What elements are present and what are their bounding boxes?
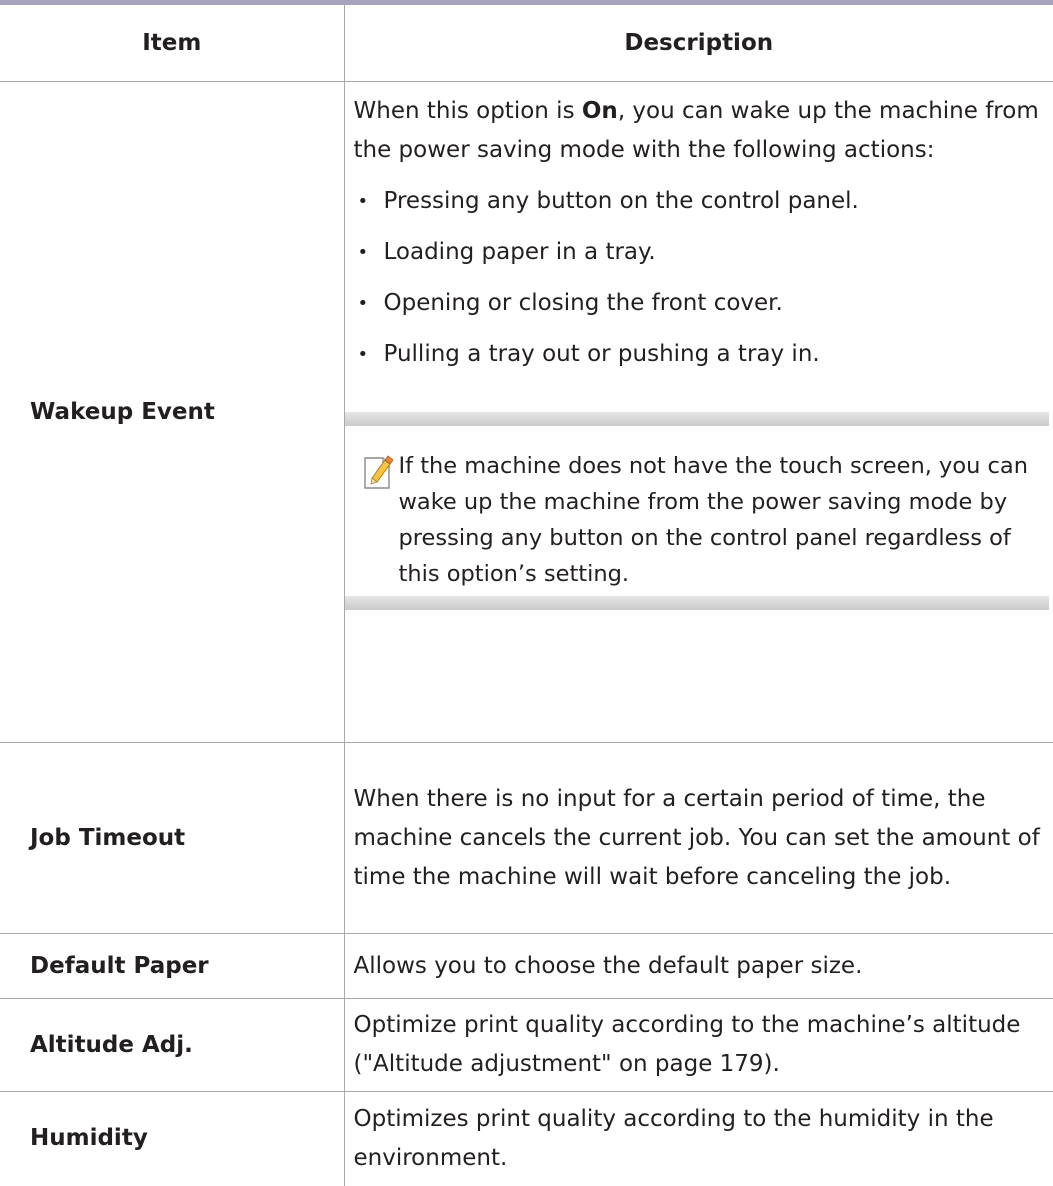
item-humidity: Humidity bbox=[30, 1125, 148, 1152]
item-wakeup-event: Wakeup Event bbox=[0, 81, 344, 743]
desc-job-timeout: When there is no input for a certain per… bbox=[343, 742, 1053, 934]
table-row: Humidity Optimizes print quality accordi… bbox=[0, 1091, 1053, 1186]
item-altitude-adj: Altitude Adj. bbox=[0, 998, 344, 1092]
desc-humidity: Optimizes print quality according to the… bbox=[343, 1091, 1053, 1186]
item-job-timeout: Job Timeout bbox=[0, 742, 344, 934]
settings-table: Item Description Wakeup Event When this … bbox=[0, 5, 1053, 1186]
note-box: If the machine does not have the touch s… bbox=[344, 412, 1050, 610]
table-row: Default Paper Allows you to choose the d… bbox=[0, 933, 1053, 999]
list-item: Opening or closing the front cover. bbox=[354, 284, 1050, 323]
list-item: Pulling a tray out or pushing a tray in. bbox=[354, 335, 1050, 374]
note-top-bar bbox=[344, 412, 1049, 426]
list-item: Pressing any button on the control panel… bbox=[354, 182, 1050, 221]
note-pencil-icon bbox=[363, 454, 394, 490]
header-item: Item bbox=[0, 5, 344, 82]
table-row: Job Timeout When there is no input for a… bbox=[0, 742, 1053, 934]
wakeup-intro-bold: On bbox=[581, 98, 618, 124]
desc-default-paper: Allows you to choose the default paper s… bbox=[343, 933, 1053, 999]
desc-altitude-adj: Optimize print quality according to the … bbox=[343, 998, 1053, 1092]
table-header-row: Item Description bbox=[0, 5, 1053, 82]
note-bottom-bar bbox=[344, 596, 1049, 610]
note-text: If the machine does not have the touch s… bbox=[398, 453, 1028, 587]
table-row: Wakeup Event When this option is On, you… bbox=[0, 81, 1053, 743]
wakeup-intro: When this option is On, you can wake up … bbox=[354, 92, 1050, 170]
desc-wakeup-event: When this option is On, you can wake up … bbox=[343, 81, 1053, 743]
table-row: Altitude Adj. Optimize print quality acc… bbox=[0, 998, 1053, 1092]
item-default-paper: Default Paper bbox=[0, 933, 344, 999]
wakeup-intro-text-1: When this option is bbox=[353, 98, 582, 124]
note-body: If the machine does not have the touch s… bbox=[345, 426, 1050, 596]
header-description: Description bbox=[343, 5, 1053, 82]
list-item: Loading paper in a tray. bbox=[354, 233, 1050, 272]
